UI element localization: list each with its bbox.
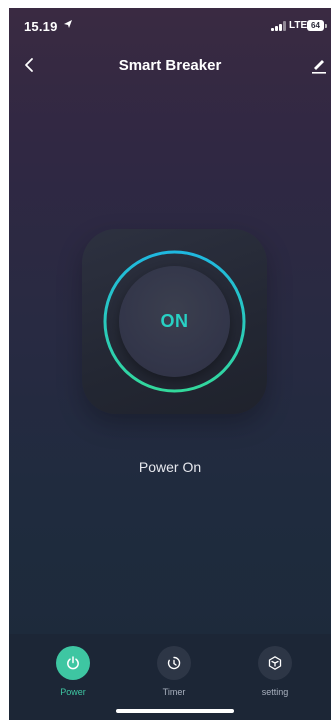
home-indicator[interactable]: [116, 709, 234, 713]
header: Smart Breaker: [9, 52, 331, 80]
battery-icon: 64: [307, 20, 327, 31]
bottom-tab-bar: Power Timer setting: [9, 634, 331, 720]
tab-label-timer: Timer: [162, 687, 186, 697]
tab-setting[interactable]: setting: [235, 646, 315, 697]
timer-icon: [157, 646, 191, 680]
tab-label-setting: setting: [261, 687, 289, 697]
app-screen: 15.19 LTE 64 Smart Breaker ON Power On P…: [9, 8, 331, 720]
power-icon: [56, 646, 90, 680]
status-time: 15.19: [24, 19, 58, 34]
status-bar: 15.19 LTE 64: [9, 8, 331, 44]
network-label: LTE: [289, 20, 308, 31]
tab-power[interactable]: Power: [33, 646, 113, 697]
power-toggle-button[interactable]: ON: [82, 229, 267, 414]
location-icon: [63, 19, 73, 32]
tab-label-power: Power: [60, 687, 86, 697]
power-state-label: ON: [160, 311, 189, 331]
tab-timer[interactable]: Timer: [134, 646, 214, 697]
power-status-text: Power On: [138, 459, 202, 475]
settings-icon: [258, 646, 292, 680]
edit-icon[interactable]: [311, 56, 327, 74]
page-title: Smart Breaker: [118, 57, 222, 74]
signal-icon: [271, 21, 287, 31]
